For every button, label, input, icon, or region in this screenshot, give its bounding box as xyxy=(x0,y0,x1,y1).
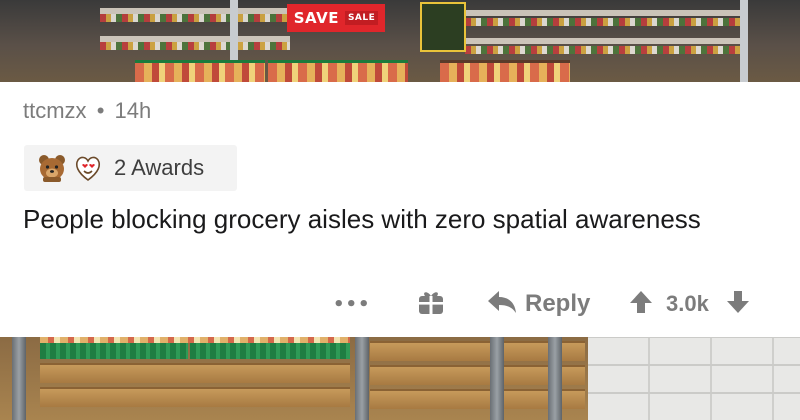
crate-produce xyxy=(40,337,350,343)
shelf-products xyxy=(100,42,290,50)
shelf-products xyxy=(465,18,745,26)
wood-display xyxy=(370,365,490,385)
bear-award-icon xyxy=(36,152,68,184)
heart-eyes-award-icon xyxy=(72,152,104,184)
gift-icon xyxy=(416,287,446,321)
comment-card: ttcmzx • 14h 2 Awards People blocking gr… xyxy=(0,82,800,337)
save-sign-text: SAVE xyxy=(293,9,339,27)
wood-display xyxy=(370,389,490,409)
username[interactable]: ttcmzx xyxy=(23,98,87,123)
reply-label: Reply xyxy=(525,290,591,317)
produce-bin xyxy=(135,60,265,82)
background-photo-bottom xyxy=(0,337,800,420)
wood-display xyxy=(500,389,585,409)
store-post xyxy=(740,0,748,82)
reply-button[interactable]: Reply xyxy=(487,282,590,326)
reply-arrow-icon xyxy=(487,289,517,319)
upvote-arrow-icon[interactable] xyxy=(628,289,654,319)
vote-controls: 3.0k xyxy=(628,282,751,326)
comment-body: People blocking grocery aisles with zero… xyxy=(23,204,701,234)
awards-badge[interactable]: 2 Awards xyxy=(24,145,237,191)
awards-count-label: 2 Awards xyxy=(114,155,205,180)
promo-board xyxy=(420,2,466,52)
shelf xyxy=(465,38,745,44)
wood-display xyxy=(370,341,490,361)
produce-bin xyxy=(440,60,570,82)
downvote-arrow-icon[interactable] xyxy=(725,289,751,319)
wood-display xyxy=(500,341,585,361)
background-photo-top: SAVE SALE xyxy=(0,0,800,82)
vote-score: 3.0k xyxy=(666,291,709,316)
comment-meta: ttcmzx • 14h xyxy=(23,98,151,124)
shelf-products xyxy=(465,46,745,54)
wood-display xyxy=(40,387,350,407)
shelf xyxy=(465,10,745,16)
metal-post xyxy=(12,337,26,420)
metal-post xyxy=(490,337,504,420)
floor-grid xyxy=(588,337,800,420)
metal-post xyxy=(548,337,562,420)
meta-separator: • xyxy=(96,98,105,123)
more-options-label: ••• xyxy=(333,293,371,315)
produce-bin xyxy=(268,60,408,82)
comment-age: 14h xyxy=(114,98,152,123)
shelf-products xyxy=(100,14,290,22)
wood-display xyxy=(40,363,350,383)
save-sign-small-text: SALE xyxy=(344,11,379,25)
save-sign: SAVE SALE xyxy=(287,4,385,32)
metal-post xyxy=(355,337,369,420)
more-options-button[interactable]: ••• xyxy=(333,282,371,326)
give-award-button[interactable] xyxy=(416,282,446,326)
wood-display xyxy=(500,365,585,385)
